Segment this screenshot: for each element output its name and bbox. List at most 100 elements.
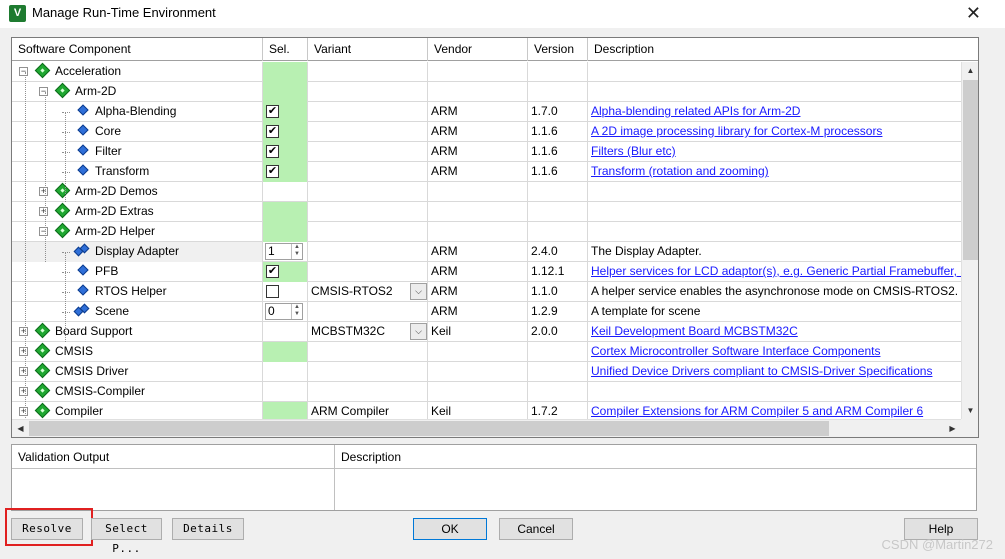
col-software-component[interactable]: Software Component <box>12 38 263 61</box>
component-name-cell[interactable]: − Arm-2D Helper <box>12 222 263 242</box>
select-checkbox[interactable]: ✔ <box>266 145 279 158</box>
select-checkbox[interactable]: ✔ <box>266 265 279 278</box>
component-name-cell[interactable]: Core <box>12 122 263 142</box>
component-row[interactable]: Alpha-Blending ✔ ARM 1.7.0 Alpha-blending re… <box>12 102 961 122</box>
spinner-arrows-icon[interactable]: ▲ ▼ <box>291 304 302 319</box>
select-cell[interactable]: ✔ <box>263 142 308 162</box>
component-name-cell[interactable]: − Arm-2D <box>12 82 263 102</box>
component-name-cell[interactable]: Filter <box>12 142 263 162</box>
validation-description-header[interactable]: Description <box>335 445 976 469</box>
select-cell[interactable]: ✔ <box>263 122 308 142</box>
select-cell[interactable] <box>263 202 308 222</box>
description-link[interactable]: Unified Device Drivers compliant to CMSI… <box>588 364 932 378</box>
select-cell[interactable] <box>263 362 308 382</box>
component-row[interactable]: Core ✔ ARM 1.1.6 A 2D image processing libra… <box>12 122 961 142</box>
description-cell[interactable]: Compiler Extensions for ARM Compiler 5 a… <box>588 402 961 419</box>
component-row[interactable]: − Acceleration <box>12 62 961 82</box>
component-row[interactable]: + CMSIS-Compiler <box>12 382 961 402</box>
component-row[interactable]: − Arm-2D Helper <box>12 222 961 242</box>
select-cell[interactable]: ✔ <box>263 102 308 122</box>
component-row[interactable]: − Arm-2D <box>12 82 961 102</box>
description-cell[interactable]: A 2D image processing library for Cortex… <box>588 122 961 142</box>
expand-icon[interactable]: + <box>19 347 28 356</box>
description-cell[interactable]: Helper services for LCD adaptor(s), e.g.… <box>588 262 961 282</box>
component-name-cell[interactable]: Display Adapter <box>12 242 263 262</box>
select-cell[interactable] <box>263 402 308 419</box>
col-version[interactable]: Version <box>528 38 588 61</box>
horizontal-scrollbar[interactable]: ◀ ▶ <box>12 419 961 437</box>
col-description[interactable]: Description <box>588 38 978 61</box>
component-name-cell[interactable]: Scene <box>12 302 263 322</box>
select-checkbox[interactable]: ✔ <box>266 105 279 118</box>
close-icon[interactable]: ✕ <box>966 2 981 24</box>
vertical-scrollbar[interactable]: ▲ ▼ <box>961 62 978 419</box>
expand-icon[interactable]: + <box>39 207 48 216</box>
description-link[interactable]: A 2D image processing library for Cortex… <box>588 124 882 138</box>
col-sel[interactable]: Sel. <box>263 38 308 61</box>
component-name-cell[interactable]: − Acceleration <box>12 62 263 82</box>
description-cell[interactable]: Cortex Microcontroller Software Interfac… <box>588 342 961 362</box>
expand-icon[interactable]: + <box>19 367 28 376</box>
select-cell[interactable] <box>263 222 308 242</box>
component-name-cell[interactable]: Transform <box>12 162 263 182</box>
description-cell[interactable]: Keil Development Board MCBSTM32C <box>588 322 961 342</box>
variant-cell[interactable]: CMSIS-RTOS2 ⌵ <box>308 282 428 302</box>
description-link[interactable]: Transform (rotation and zooming) <box>588 164 769 178</box>
component-row[interactable]: Transform ✔ ARM 1.1.6 Transform (rotation an… <box>12 162 961 182</box>
select-cell[interactable] <box>263 82 308 102</box>
component-row[interactable]: Display Adapter 1 ▲ ▼ ARM 2.4.0 The Display Ad… <box>12 242 961 262</box>
expand-icon[interactable]: + <box>19 327 28 336</box>
component-row[interactable]: RTOS Helper CMSIS-RTOS2 ⌵ ARM 1.1.0 A helper … <box>12 282 961 302</box>
dropdown-arrow-icon[interactable]: ⌵ <box>410 323 427 340</box>
select-cell[interactable]: ✔ <box>263 162 308 182</box>
vertical-scroll-thumb[interactable] <box>963 80 978 260</box>
description-cell[interactable]: Alpha-blending related APIs for Arm-2D <box>588 102 961 122</box>
description-link[interactable]: Helper services for LCD adaptor(s), e.g.… <box>588 264 961 278</box>
expand-icon[interactable]: + <box>19 387 28 396</box>
select-checkbox[interactable]: ✔ <box>266 125 279 138</box>
select-cell[interactable]: 0 ▲ ▼ <box>263 302 308 322</box>
select-cell[interactable] <box>263 282 308 302</box>
component-name-cell[interactable]: + Board Support <box>12 322 263 342</box>
expand-icon[interactable]: + <box>39 187 48 196</box>
ok-button[interactable]: OK <box>413 518 487 540</box>
col-vendor[interactable]: Vendor <box>428 38 528 61</box>
expand-icon[interactable]: + <box>19 407 28 416</box>
component-row[interactable]: PFB ✔ ARM 1.12.1 Helper services for LCD ada… <box>12 262 961 282</box>
dropdown-arrow-icon[interactable]: ⌵ <box>410 283 427 300</box>
select-cell[interactable] <box>263 62 308 82</box>
scroll-up-icon[interactable]: ▲ <box>962 62 978 79</box>
component-name-cell[interactable]: Alpha-Blending <box>12 102 263 122</box>
variant-cell[interactable]: MCBSTM32C ⌵ <box>308 322 428 342</box>
instance-count-spinner[interactable]: 0 ▲ ▼ <box>265 303 303 320</box>
component-row[interactable]: + Compiler ARM Compiler Keil 1.7.2 Compiler E… <box>12 402 961 419</box>
select-checkbox[interactable]: ✔ <box>266 165 279 178</box>
description-cell[interactable]: Unified Device Drivers compliant to CMSI… <box>588 362 961 382</box>
description-cell[interactable]: Transform (rotation and zooming) <box>588 162 961 182</box>
description-link[interactable]: Filters (Blur etc) <box>588 144 676 158</box>
validation-output-header[interactable]: Validation Output <box>12 445 334 469</box>
details-button[interactable]: Details <box>172 518 244 540</box>
description-link[interactable]: Compiler Extensions for ARM Compiler 5 a… <box>588 404 923 418</box>
collapse-icon[interactable]: − <box>19 67 28 76</box>
select-cell[interactable] <box>263 342 308 362</box>
cancel-button[interactable]: Cancel <box>499 518 573 540</box>
component-row[interactable]: + Arm-2D Extras <box>12 202 961 222</box>
instance-count-spinner[interactable]: 1 ▲ ▼ <box>265 243 303 260</box>
collapse-icon[interactable]: − <box>39 227 48 236</box>
component-name-cell[interactable]: + CMSIS Driver <box>12 362 263 382</box>
collapse-icon[interactable]: − <box>39 87 48 96</box>
component-name-cell[interactable]: + Compiler <box>12 402 263 419</box>
component-row[interactable]: + Board Support MCBSTM32C ⌵ Keil 2.0.0 Keil De… <box>12 322 961 342</box>
select-cell[interactable] <box>263 382 308 402</box>
select-cell[interactable]: 1 ▲ ▼ <box>263 242 308 262</box>
component-row[interactable]: Filter ✔ ARM 1.1.6 Filters (Blur etc) <box>12 142 961 162</box>
description-link[interactable]: Alpha-blending related APIs for Arm-2D <box>588 104 800 118</box>
select-cell[interactable] <box>263 182 308 202</box>
col-variant[interactable]: Variant <box>308 38 428 61</box>
component-name-cell[interactable]: + CMSIS-Compiler <box>12 382 263 402</box>
select-cell[interactable]: ✔ <box>263 262 308 282</box>
description-cell[interactable]: Filters (Blur etc) <box>588 142 961 162</box>
component-name-cell[interactable]: RTOS Helper <box>12 282 263 302</box>
description-link[interactable]: Cortex Microcontroller Software Interfac… <box>588 344 880 358</box>
